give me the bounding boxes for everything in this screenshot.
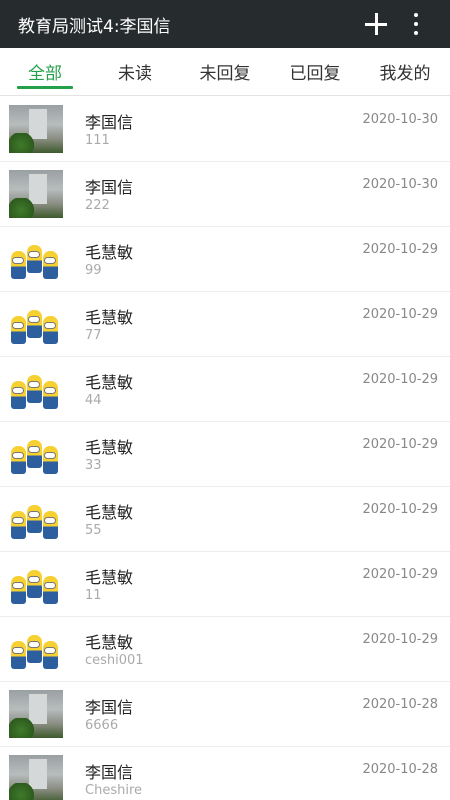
app-bar: 教育局测试4:李国信 — [0, 0, 450, 48]
message-row[interactable]: 李国信 6666 2020-10-28 — [0, 682, 450, 747]
sender-name: 毛慧敏 — [85, 503, 134, 522]
message-row[interactable]: 毛慧敏 11 2020-10-29 — [0, 552, 450, 617]
message-preview: ceshi001 — [85, 653, 144, 668]
message-date: 2020-10-29 — [362, 242, 438, 257]
tab-label: 未读 — [118, 64, 152, 84]
sender-name: 毛慧敏 — [85, 373, 134, 392]
add-button[interactable] — [356, 0, 396, 48]
tab-label: 未回复 — [199, 64, 251, 84]
message-preview: 6666 — [85, 718, 119, 733]
message-preview: 11 — [85, 588, 102, 603]
sender-name: 李国信 — [85, 698, 134, 717]
tab-unreplied[interactable]: 未回复 — [180, 48, 270, 95]
message-row[interactable]: 毛慧敏 44 2020-10-29 — [0, 357, 450, 422]
message-row[interactable]: 李国信 111 2020-10-30 — [0, 97, 450, 162]
active-tab-indicator — [17, 86, 73, 89]
avatar — [9, 560, 63, 608]
sender-name: 毛慧敏 — [85, 568, 134, 587]
avatar — [9, 235, 63, 283]
avatar — [9, 365, 63, 413]
message-list: 李国信 111 2020-10-30 李国信 222 2020-10-30 毛慧敏 99 202… — [0, 97, 450, 800]
avatar — [9, 170, 63, 218]
filter-tabs: 全部 未读 未回复 已回复 我发的 — [0, 48, 450, 96]
message-row[interactable]: 李国信 222 2020-10-30 — [0, 162, 450, 227]
message-row[interactable]: 毛慧敏 77 2020-10-29 — [0, 292, 450, 357]
avatar — [9, 755, 63, 800]
tab-unread[interactable]: 未读 — [90, 48, 180, 95]
message-date: 2020-10-29 — [362, 502, 438, 517]
message-preview: 55 — [85, 523, 102, 538]
tab-label: 全部 — [28, 64, 62, 84]
tab-replied[interactable]: 已回复 — [270, 48, 360, 95]
page-title: 教育局测试4:李国信 — [18, 16, 171, 37]
sender-name: 毛慧敏 — [85, 243, 134, 262]
avatar — [9, 690, 63, 738]
message-date: 2020-10-29 — [362, 632, 438, 647]
message-date: 2020-10-30 — [362, 112, 438, 127]
message-date: 2020-10-29 — [362, 567, 438, 582]
tab-sent-by-me[interactable]: 我发的 — [360, 48, 450, 95]
more-button[interactable] — [396, 0, 436, 48]
avatar — [9, 105, 63, 153]
sender-name: 毛慧敏 — [85, 438, 134, 457]
message-row[interactable]: 毛慧敏 99 2020-10-29 — [0, 227, 450, 292]
message-row[interactable]: 毛慧敏 55 2020-10-29 — [0, 487, 450, 552]
message-row[interactable]: 李国信 Cheshire 2020-10-28 — [0, 747, 450, 800]
sender-name: 李国信 — [85, 113, 134, 132]
message-preview: 44 — [85, 393, 102, 408]
sender-name: 李国信 — [85, 763, 134, 782]
message-date: 2020-10-28 — [362, 697, 438, 712]
message-preview: 111 — [85, 133, 110, 148]
avatar — [9, 430, 63, 478]
message-date: 2020-10-29 — [362, 307, 438, 322]
message-preview: Cheshire — [85, 783, 142, 798]
message-preview: 222 — [85, 198, 110, 213]
message-preview: 77 — [85, 328, 102, 343]
avatar — [9, 625, 63, 673]
sender-name: 李国信 — [85, 178, 134, 197]
tab-label: 已回复 — [289, 64, 341, 84]
message-date: 2020-10-29 — [362, 372, 438, 387]
tab-all[interactable]: 全部 — [0, 48, 90, 95]
tab-label: 我发的 — [379, 64, 431, 84]
plus-icon — [365, 13, 387, 35]
sender-name: 毛慧敏 — [85, 633, 134, 652]
sender-name: 毛慧敏 — [85, 308, 134, 327]
avatar — [9, 495, 63, 543]
message-row[interactable]: 毛慧敏 33 2020-10-29 — [0, 422, 450, 487]
message-date: 2020-10-29 — [362, 437, 438, 452]
message-date: 2020-10-30 — [362, 177, 438, 192]
more-vert-icon — [413, 13, 419, 35]
message-preview: 33 — [85, 458, 102, 473]
message-row[interactable]: 毛慧敏 ceshi001 2020-10-29 — [0, 617, 450, 682]
message-date: 2020-10-28 — [362, 762, 438, 777]
message-preview: 99 — [85, 263, 102, 278]
avatar — [9, 300, 63, 348]
